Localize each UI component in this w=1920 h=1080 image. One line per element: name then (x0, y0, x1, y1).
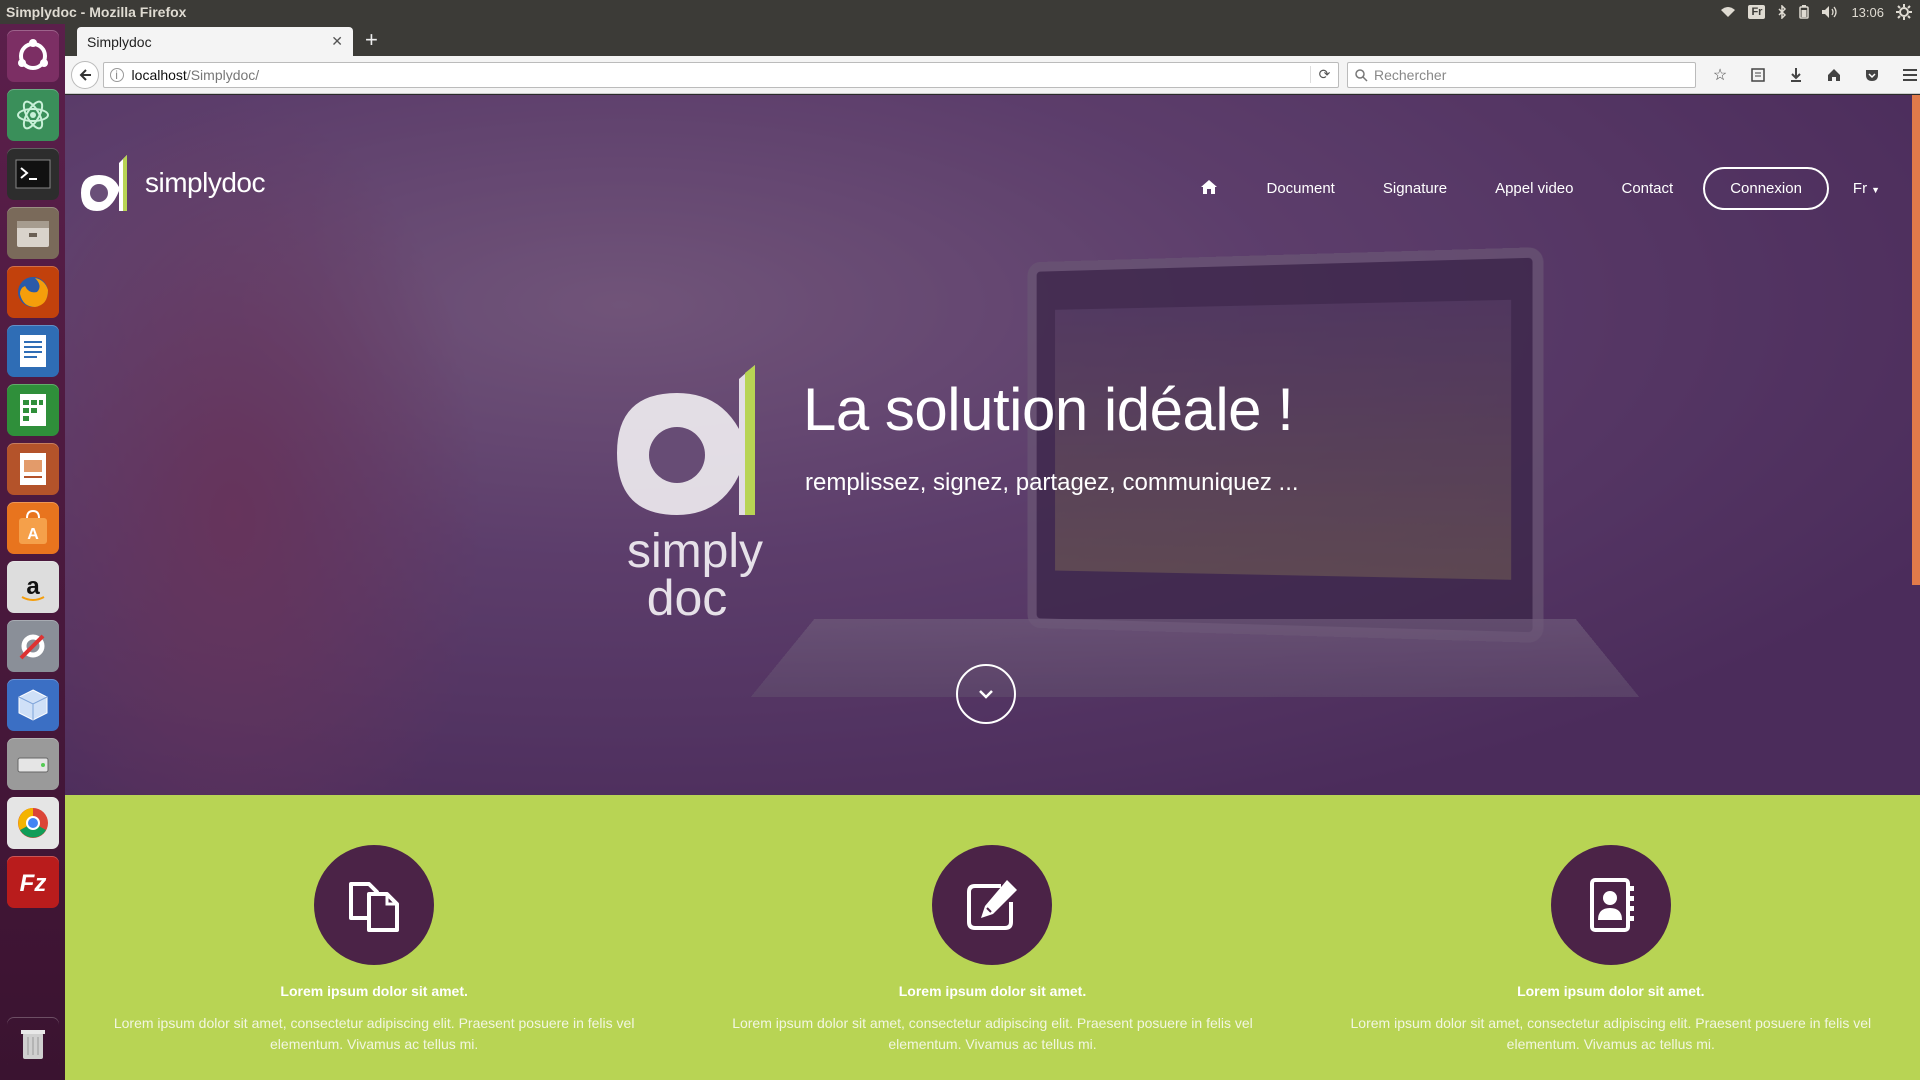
address-book-icon (1589, 878, 1634, 932)
bluetooth-icon[interactable] (1777, 5, 1787, 19)
wifi-icon[interactable] (1720, 6, 1736, 18)
feature-title: Lorem ipsum dolor sit amet. (898, 983, 1087, 999)
indicator-area: Fr 13:06 (1720, 4, 1920, 20)
site-navbar: simplydoc Document Signature Appel video… (65, 95, 1920, 245)
window-title: Simplydoc - Mozilla Firefox (6, 4, 187, 20)
feature-item: Lorem ipsum dolor sit amet. Lorem ipsum … (683, 795, 1301, 1080)
features-section: Lorem ipsum dolor sit amet. Lorem ipsum … (65, 795, 1920, 1080)
volume-icon[interactable] (1821, 5, 1839, 19)
url-path: /Simplydoc/ (186, 66, 260, 83)
feature-text: Lorem ipsum dolor sit amet, consectetur … (113, 1015, 635, 1052)
terminal-icon[interactable] (6, 148, 59, 200)
site-logo[interactable]: simplydoc (79, 153, 265, 213)
virtualbox-icon[interactable] (6, 679, 59, 731)
hero-logo-word-2: doc (647, 570, 728, 625)
calc-icon[interactable] (6, 384, 59, 436)
brand-name: simplydoc (145, 167, 265, 198)
copy-files-icon (349, 882, 400, 932)
language-dropdown[interactable]: Fr ▼ (1829, 180, 1880, 197)
back-button[interactable] (71, 60, 99, 89)
back-arrow-icon (79, 68, 91, 81)
firefox-icon[interactable] (6, 266, 59, 318)
url-host: localhost (131, 66, 187, 83)
chrome-icon[interactable] (6, 797, 59, 849)
url-bar[interactable]: i localhost/Simplydoc/ ⟳ (102, 61, 1339, 88)
battery-icon[interactable] (1799, 5, 1810, 19)
chevron-down-icon (979, 690, 993, 699)
software-center-icon[interactable]: A (6, 502, 59, 554)
hamburger-menu-icon[interactable] (1900, 68, 1920, 82)
site-info-icon[interactable]: i (109, 67, 124, 82)
simplydoc-logo-icon (81, 155, 127, 211)
amazon-icon[interactable]: a (6, 561, 59, 613)
clock[interactable]: 13:06 (1851, 5, 1884, 20)
bookmark-star-icon[interactable]: ☆ (1710, 65, 1730, 85)
feature-item: Lorem ipsum dolor sit amet. Lorem ipsum … (1302, 795, 1920, 1080)
nav-contact[interactable]: Contact (1597, 180, 1697, 197)
reading-list-icon[interactable] (1748, 67, 1768, 83)
nav-home-icon[interactable] (1176, 178, 1242, 200)
edit-pen-icon (967, 880, 1018, 930)
svg-text:Fz: Fz (19, 870, 46, 897)
writer-icon[interactable] (6, 325, 59, 377)
disk-icon[interactable] (6, 738, 59, 790)
feature-icon-circle (1550, 845, 1671, 965)
trash-icon[interactable] (7, 1017, 59, 1069)
search-icon (1355, 68, 1368, 82)
impress-icon[interactable] (6, 443, 59, 495)
main-menu: Document Signature Appel video Contact C… (1176, 167, 1880, 210)
hero-subtitle: remplissez, signez, partagez, communique… (805, 469, 1299, 496)
hero-title: La solution idéale ! (803, 376, 1294, 443)
browser-tab-bar: Simplydoc ✕ + (65, 24, 1920, 56)
hero-section: simplydoc Document Signature Appel video… (65, 95, 1920, 795)
browser-tab[interactable]: Simplydoc ✕ (77, 27, 353, 56)
svg-text:a: a (26, 573, 40, 600)
caret-down-icon: ▼ (1871, 185, 1880, 195)
connexion-button[interactable]: Connexion (1703, 167, 1829, 210)
ubuntu-dash-icon[interactable] (6, 30, 59, 82)
files-icon[interactable] (6, 207, 59, 259)
web-page: simplydoc Document Signature Appel video… (65, 95, 1920, 1080)
new-tab-button[interactable]: + (365, 28, 378, 52)
tab-title: Simplydoc (87, 33, 152, 50)
os-top-panel: Simplydoc - Mozilla Firefox Fr 13:06 (0, 0, 1920, 24)
system-settings-icon[interactable] (6, 620, 59, 672)
atom-icon[interactable] (6, 89, 59, 141)
scroll-down-button[interactable] (956, 664, 1016, 724)
unity-launcher: A a Fz (0, 24, 65, 1080)
nav-signature[interactable]: Signature (1359, 180, 1471, 197)
feature-text: Lorem ipsum dolor sit amet, consectetur … (732, 1015, 1253, 1052)
downloads-icon[interactable] (1786, 67, 1806, 83)
feature-title: Lorem ipsum dolor sit amet. (280, 983, 468, 999)
nav-appel-video[interactable]: Appel video (1471, 180, 1597, 197)
feature-icon-circle (932, 845, 1053, 965)
nav-document[interactable]: Document (1242, 180, 1358, 197)
tab-close-icon[interactable]: ✕ (331, 33, 343, 50)
feature-text: Lorem ipsum dolor sit amet, consectetur … (1350, 1015, 1872, 1052)
browser-navbar: i localhost/Simplydoc/ ⟳ Rechercher ☆ (65, 56, 1920, 94)
svg-text:A: A (27, 526, 39, 543)
hero-logo: simply doc (617, 365, 763, 625)
feature-item: Lorem ipsum dolor sit amet. Lorem ipsum … (65, 795, 683, 1080)
toolbar-icons: ☆ (1710, 65, 1920, 85)
search-placeholder: Rechercher (1373, 66, 1447, 83)
filezilla-icon[interactable]: Fz (6, 856, 59, 908)
search-bar[interactable]: Rechercher (1346, 61, 1696, 88)
home-icon[interactable] (1824, 67, 1844, 83)
system-gear-icon[interactable] (1896, 4, 1912, 20)
feature-icon-circle (314, 845, 435, 965)
reload-icon[interactable]: ⟳ (1309, 66, 1338, 83)
keyboard-layout-indicator[interactable]: Fr (1748, 5, 1766, 19)
pocket-icon[interactable] (1862, 67, 1882, 83)
feature-title: Lorem ipsum dolor sit amet. (1517, 983, 1705, 999)
language-label: Fr (1852, 180, 1868, 197)
